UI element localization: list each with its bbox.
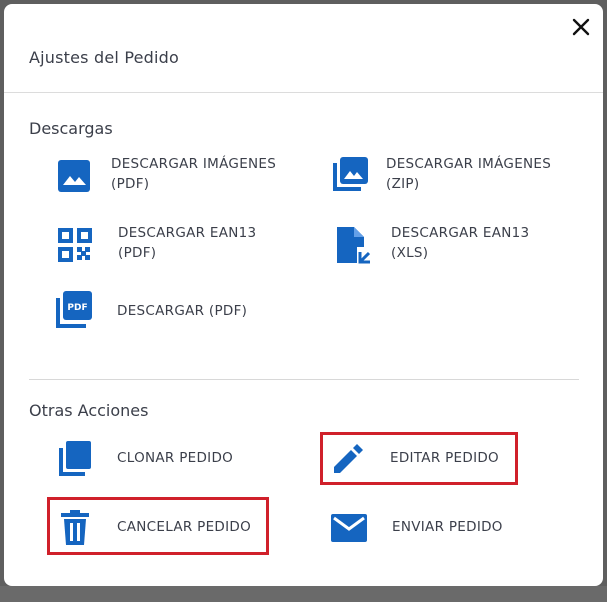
send-order-button[interactable]: ENVIAR PEDIDO xyxy=(330,508,530,548)
cancel-order-label: CANCELAR PEDIDO xyxy=(117,519,252,535)
file-arrow-icon xyxy=(337,227,370,264)
download-pdf-label: DESCARGAR (PDF) xyxy=(117,303,248,319)
download-images-pdf-button[interactable]: DESCARGAR IMÁGENES (PDF) xyxy=(56,154,286,198)
download-images-pdf-label-line1: DESCARGAR IMÁGENES xyxy=(111,156,277,172)
image-icon xyxy=(58,160,90,192)
download-ean13-pdf-label-line1: DESCARGAR EAN13 xyxy=(118,225,257,241)
image-stack-icon xyxy=(333,157,368,191)
pdf-file-icon: PDF xyxy=(56,291,92,328)
downloads-section-title: Descargas xyxy=(29,119,113,138)
download-ean13-pdf-label-line2: (PDF) xyxy=(118,245,157,261)
section-divider xyxy=(29,379,579,380)
edit-order-button[interactable]: EDITAR PEDIDO xyxy=(330,439,510,479)
background-page-strip xyxy=(0,586,607,602)
qr-code-icon xyxy=(58,228,92,262)
svg-text:PDF: PDF xyxy=(67,303,87,313)
send-order-label: ENVIAR PEDIDO xyxy=(392,519,503,535)
dialog-title: Ajustes del Pedido xyxy=(29,48,180,67)
pencil-icon xyxy=(334,444,363,473)
clone-order-label: CLONAR PEDIDO xyxy=(117,450,234,466)
download-ean13-pdf-button[interactable]: DESCARGAR EAN13 (PDF) xyxy=(57,223,287,267)
download-ean13-xls-button[interactable]: DESCARGAR EAN13 (XLS) xyxy=(334,223,564,267)
download-images-zip-label-line1: DESCARGAR IMÁGENES xyxy=(386,156,552,172)
edit-order-label: EDITAR PEDIDO xyxy=(390,450,499,466)
copy-icon xyxy=(59,441,91,476)
trash-icon xyxy=(61,510,89,545)
download-images-zip-label-line2: (ZIP) xyxy=(386,176,420,192)
download-ean13-xls-label-line1: DESCARGAR EAN13 xyxy=(391,225,530,241)
download-ean13-xls-label-line2: (XLS) xyxy=(391,245,429,261)
envelope-icon xyxy=(331,514,367,542)
dialog-header: Ajustes del Pedido xyxy=(4,4,603,93)
close-button[interactable] xyxy=(570,16,592,38)
other-actions-section-title: Otras Acciones xyxy=(29,401,149,420)
close-icon xyxy=(572,18,590,36)
download-images-zip-button[interactable]: DESCARGAR IMÁGENES (ZIP) xyxy=(330,154,570,198)
download-pdf-button[interactable]: PDF DESCARGAR (PDF) xyxy=(54,290,284,332)
download-images-pdf-label-line2: (PDF) xyxy=(111,176,150,192)
order-settings-dialog: Ajustes del Pedido Descargas DESCARGAR I… xyxy=(4,4,603,586)
cancel-order-button[interactable]: CANCELAR PEDIDO xyxy=(59,508,259,548)
clone-order-button[interactable]: CLONAR PEDIDO xyxy=(57,439,287,479)
